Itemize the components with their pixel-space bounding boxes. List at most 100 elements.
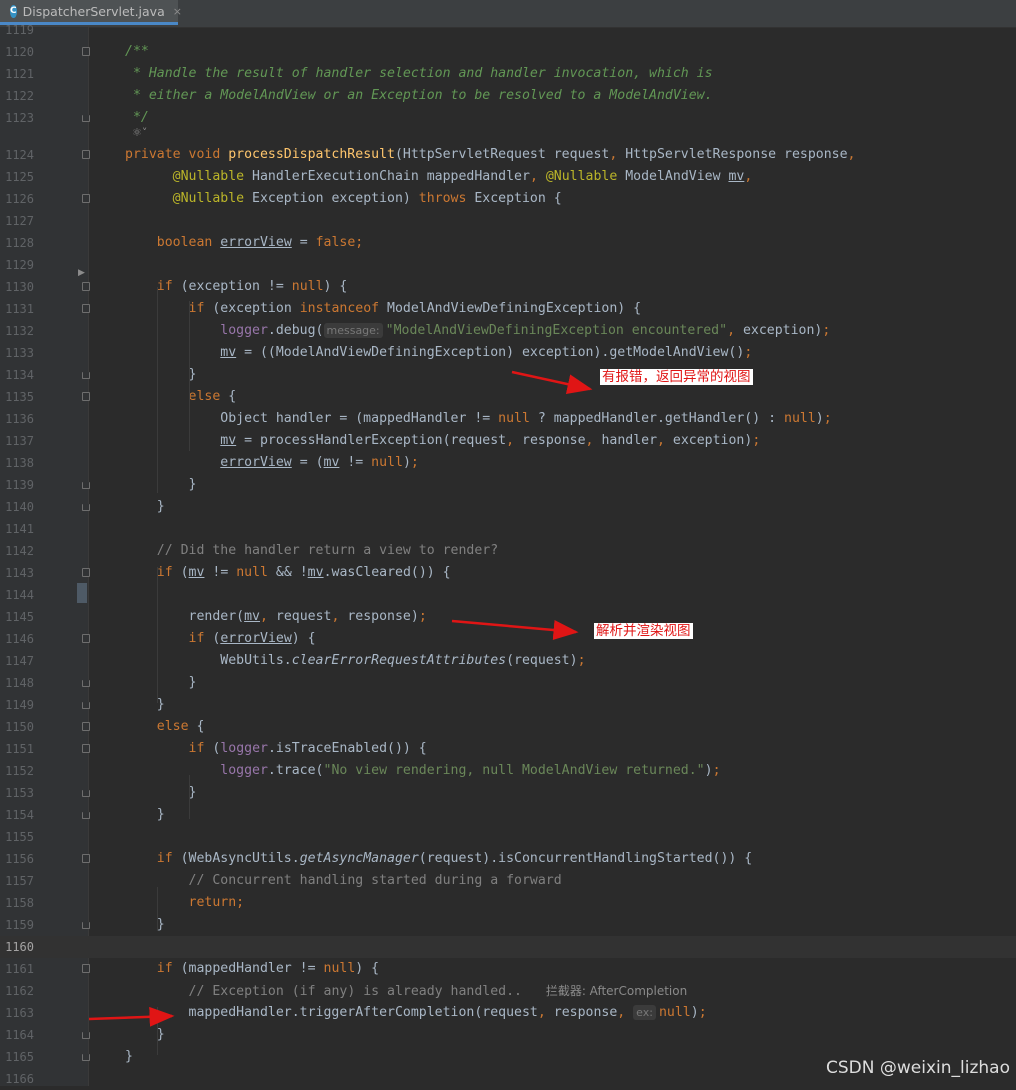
line-number[interactable]: 1122 [0, 85, 34, 107]
code-line[interactable]: 1161 if (mappedHandler != null) { [0, 958, 1016, 980]
line-number[interactable]: 1159 [0, 914, 34, 936]
line-number[interactable]: 1140 [0, 496, 34, 518]
code-line[interactable]: 1156 if (WebAsyncUtils.getAsyncManager(r… [0, 848, 1016, 870]
fold-marker-icon[interactable] [82, 1054, 90, 1061]
code-line[interactable]: 1153 } [0, 782, 1016, 804]
line-number[interactable]: 1131 [0, 298, 34, 320]
code-line[interactable]: 1152 logger.trace("No view rendering, nu… [0, 760, 1016, 782]
code-line[interactable]: 1143 if (mv != null && !mv.wasCleared())… [0, 562, 1016, 584]
line-number[interactable]: 1161 [0, 958, 34, 980]
fold-marker-icon[interactable] [82, 790, 90, 797]
fold-marker-icon[interactable] [82, 568, 90, 577]
line-number[interactable]: 1142 [0, 540, 34, 562]
code-line[interactable]: 1149 } [0, 694, 1016, 716]
code-line[interactable]: 1132 logger.debug(message: "ModelAndViewD… [0, 320, 1016, 342]
fold-marker-icon[interactable] [82, 722, 90, 731]
code-line[interactable]: 1142 // Did the handler return a view to… [0, 540, 1016, 562]
line-number[interactable]: 1166 [0, 1068, 34, 1090]
code-line[interactable]: 1148 } [0, 672, 1016, 694]
line-number[interactable]: 1162 [0, 980, 34, 1002]
fold-marker-icon[interactable] [82, 854, 90, 863]
line-number[interactable]: 1141 [0, 518, 34, 540]
line-number[interactable]: 1147 [0, 650, 34, 672]
code-line[interactable]: 1150 else { [0, 716, 1016, 738]
code-line[interactable]: 1160 [0, 936, 1016, 958]
line-number[interactable]: 1132 [0, 320, 34, 342]
line-number[interactable]: 1136 [0, 408, 34, 430]
line-number[interactable]: 1119 [0, 19, 34, 41]
line-number[interactable]: 1125 [0, 166, 34, 188]
code-line[interactable]: 1158 return; [0, 892, 1016, 914]
line-number[interactable]: 1146 [0, 628, 34, 650]
code-line[interactable]: 1135 else { [0, 386, 1016, 408]
code-line[interactable]: 1133 mv = ((ModelAndViewDefiningExceptio… [0, 342, 1016, 364]
line-number[interactable]: 1137 [0, 430, 34, 452]
line-number[interactable]: 1128 [0, 232, 34, 254]
code-line[interactable]: 1140 } [0, 496, 1016, 518]
fold-marker-icon[interactable] [82, 150, 90, 159]
code-line[interactable]: 1134 } [0, 364, 1016, 386]
line-number[interactable]: 1158 [0, 892, 34, 914]
fold-marker-icon[interactable] [82, 194, 90, 203]
fold-marker-icon[interactable] [82, 1032, 90, 1039]
code-line[interactable]: 1159 } [0, 914, 1016, 936]
code-line[interactable]: 1126 @Nullable Exception exception) thro… [0, 188, 1016, 210]
line-number[interactable]: 1129 [0, 254, 34, 276]
line-number[interactable]: 1138 [0, 452, 34, 474]
line-number[interactable]: 1153 [0, 782, 34, 804]
line-number[interactable]: 1130 [0, 276, 34, 298]
code-line[interactable]: 1125 @Nullable HandlerExecutionChain map… [0, 166, 1016, 188]
line-number[interactable]: 1127 [0, 210, 34, 232]
code-line[interactable]: 1129 [0, 254, 1016, 276]
fold-marker-icon[interactable] [82, 482, 90, 489]
code-line[interactable]: 1128 boolean errorView = false; [0, 232, 1016, 254]
fold-marker-icon[interactable] [82, 812, 90, 819]
code-line[interactable]: 1145 render(mv, request, response); [0, 606, 1016, 628]
code-line[interactable]: 1154 } [0, 804, 1016, 826]
code-editor[interactable]: 1119 1120/** 1121 * Handle the result of h… [0, 23, 1016, 1086]
code-line[interactable]: 1123 */ [0, 107, 1016, 129]
code-line[interactable]: 1131 if (exception instanceof ModelAndVi… [0, 298, 1016, 320]
code-line[interactable]: 1151 if (logger.isTraceEnabled()) { [0, 738, 1016, 760]
breakpoint-arrow-icon[interactable]: ▶ [78, 268, 85, 278]
fold-marker-icon[interactable] [82, 372, 90, 379]
fold-marker-icon[interactable] [82, 744, 90, 753]
code-line[interactable]: 1144 [0, 584, 1016, 606]
fold-marker-icon[interactable] [82, 304, 90, 313]
code-line[interactable]: 1139 } [0, 474, 1016, 496]
fold-marker-icon[interactable] [82, 922, 90, 929]
code-line[interactable]: 1141 [0, 518, 1016, 540]
code-line[interactable]: 1162 // Exception (if any) is already ha… [0, 980, 1016, 1002]
code-line[interactable]: 1120 /** [0, 41, 1016, 63]
line-number[interactable]: 1156 [0, 848, 34, 870]
fold-marker-icon[interactable] [82, 392, 90, 401]
code-line[interactable]: 1155 [0, 826, 1016, 848]
line-number[interactable]: 1123 [0, 107, 34, 129]
line-number[interactable]: 1151 [0, 738, 34, 760]
line-number[interactable]: 1143 [0, 562, 34, 584]
fold-marker-icon[interactable] [82, 504, 90, 511]
code-line[interactable]: 1124 private void processDispatchResult(H… [0, 144, 1016, 166]
code-line[interactable]: 1122 * either a ModelAndView or an Excep… [0, 85, 1016, 107]
line-number[interactable]: 1164 [0, 1024, 34, 1046]
fold-marker-icon[interactable] [82, 282, 90, 291]
code-line[interactable]: 1164 } [0, 1024, 1016, 1046]
ai-hint-icon[interactable]: ⚛˅ [132, 126, 147, 139]
line-number[interactable]: 1126 [0, 188, 34, 210]
fold-marker-icon[interactable] [82, 702, 90, 709]
line-number[interactable]: 1154 [0, 804, 34, 826]
line-number[interactable]: 1150 [0, 716, 34, 738]
line-number[interactable]: 1155 [0, 826, 34, 848]
line-number[interactable]: 1135 [0, 386, 34, 408]
line-number[interactable]: 1163 [0, 1002, 34, 1024]
fold-marker-icon[interactable] [82, 634, 90, 643]
line-number[interactable]: 1121 [0, 63, 34, 85]
line-number[interactable]: 1133 [0, 342, 34, 364]
code-line[interactable]: 1130 if (exception != null) { [0, 276, 1016, 298]
code-line[interactable]: 1147 WebUtils.clearErrorRequestAttribute… [0, 650, 1016, 672]
code-line[interactable]: 1163 mappedHandler.triggerAfterCompletio… [0, 1002, 1016, 1024]
line-number[interactable]: 1124 [0, 144, 34, 166]
code-line[interactable]: 1121 * Handle the result of handler sele… [0, 63, 1016, 85]
fold-marker-icon[interactable] [82, 47, 90, 56]
line-number[interactable]: 1120 [0, 41, 34, 63]
